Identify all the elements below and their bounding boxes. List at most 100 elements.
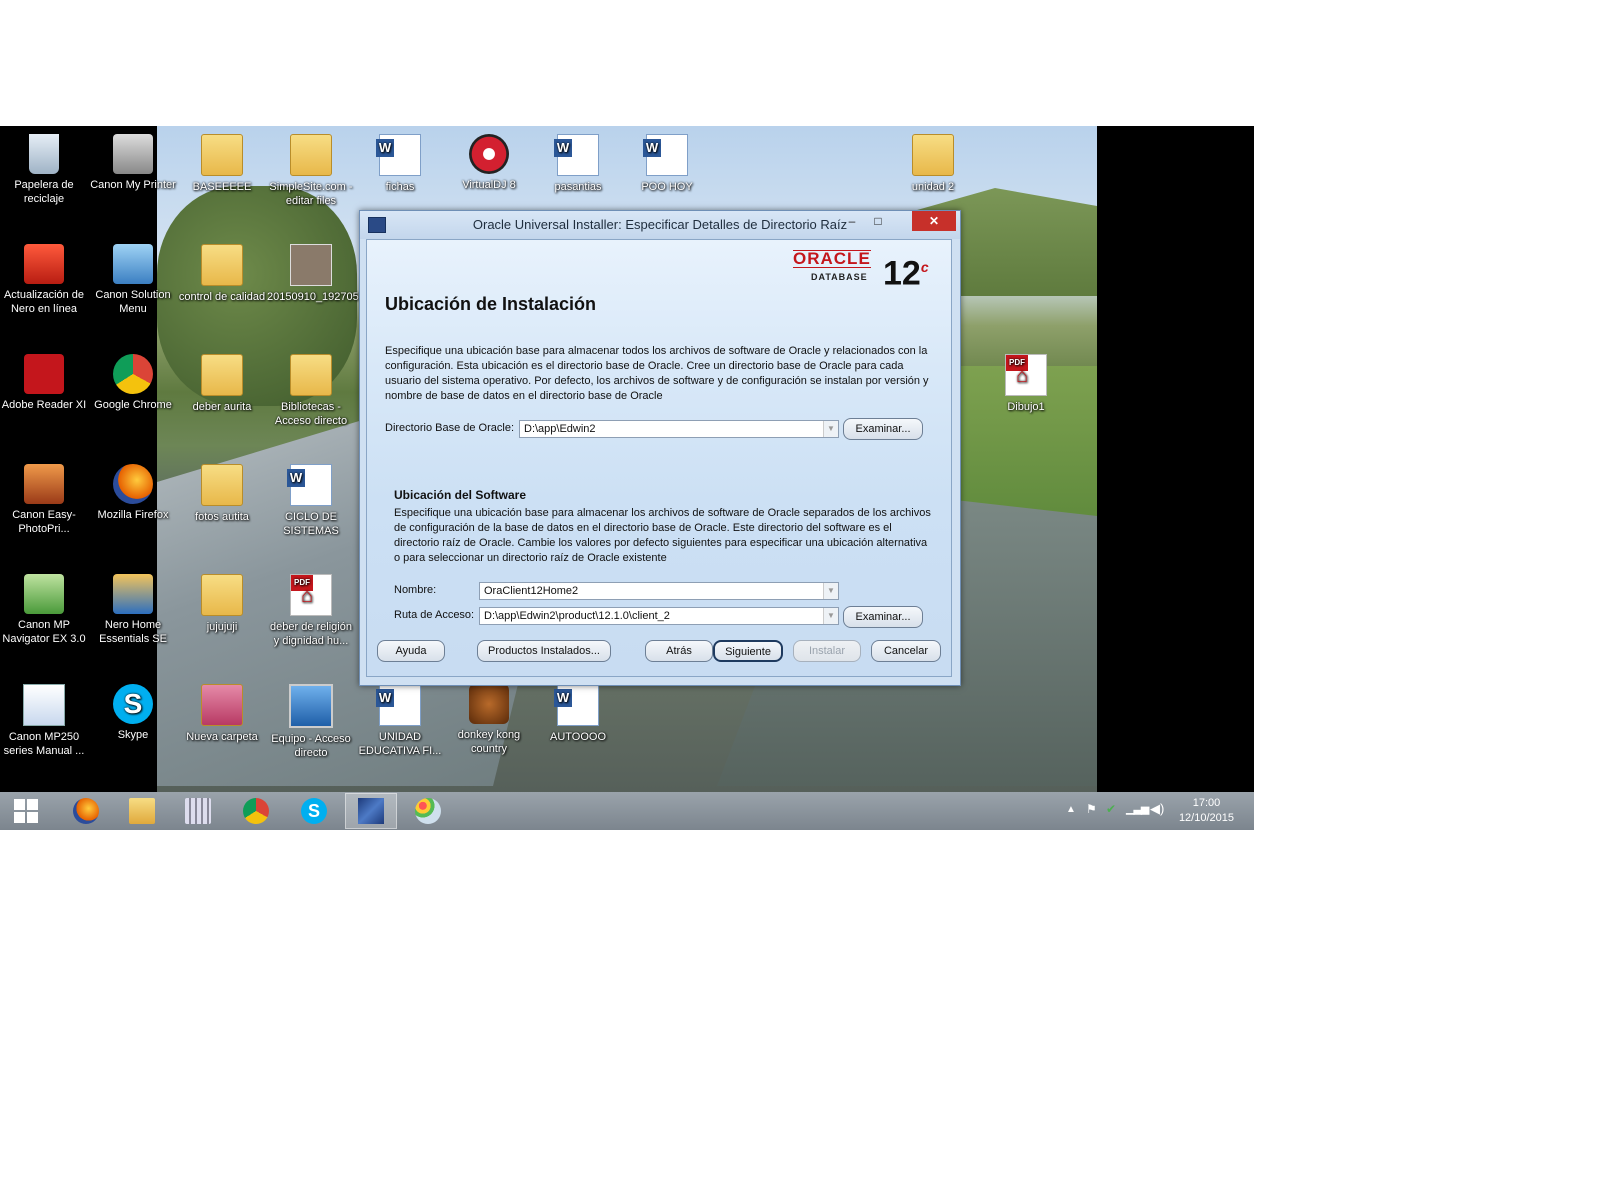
back-button[interactable]: Atrás: [645, 640, 713, 662]
taskbar-paint[interactable]: [402, 793, 454, 829]
desktop-icon-autoooo[interactable]: AUTOOOO: [534, 680, 622, 744]
desktop-icon-equipo[interactable]: Equipo - Acceso directo: [267, 680, 355, 760]
desktop-icon-label: control de calidad: [178, 291, 266, 303]
desktop-icon-virtualdj[interactable]: VirtualDJ 8: [445, 130, 533, 192]
folder-icon: [201, 574, 243, 616]
dialog-titlebar[interactable]: Oracle Universal Installer: Especificar …: [360, 211, 960, 239]
desktop-icon-canon-mp-navigator[interactable]: Canon MP Navigator EX 3.0: [0, 570, 88, 646]
action-center-flag-icon[interactable]: ⚑: [1086, 802, 1097, 816]
taskbar-keyboard-app[interactable]: [172, 793, 224, 829]
oracle-base-value: D:\app\Edwin2: [524, 423, 596, 435]
browse-path-button[interactable]: Examinar...: [843, 606, 923, 628]
security-shield-icon[interactable]: ✔: [1106, 802, 1116, 816]
close-icon: ✕: [928, 214, 940, 228]
oracle-version: 12c: [883, 248, 929, 292]
desktop-icon-label: deber aurita: [192, 401, 252, 413]
desktop-icon-control-de-calidad[interactable]: control de calidad: [178, 240, 266, 304]
desktop-icon-label: Adobe Reader XI: [1, 399, 87, 411]
desktop-icon-fotos-autita[interactable]: fotos autita: [178, 460, 266, 524]
desktop-icon-google-chrome[interactable]: Google Chrome: [89, 350, 177, 412]
chevron-down-icon[interactable]: ▼: [823, 421, 838, 437]
keyboard-app-icon: [185, 798, 211, 824]
taskbar-chrome[interactable]: [230, 793, 282, 829]
word-document-icon: [554, 684, 599, 726]
desktop-icon-baseeeee[interactable]: BASEEEEE: [178, 130, 266, 194]
desktop-icon-unidad-educativa[interactable]: UNIDAD EDUCATIVA FI...: [356, 680, 444, 758]
installed-products-button[interactable]: Productos Instalados...: [477, 640, 611, 662]
desktop-icon-jujujuji[interactable]: jujujuji: [178, 570, 266, 634]
desktop-icon-canon-my-printer[interactable]: Canon My Printer: [89, 130, 177, 192]
recycle-bin-icon: [29, 134, 59, 174]
desktop-icon-recycle-bin[interactable]: Papelera de reciclaje: [0, 130, 88, 206]
browse-base-button[interactable]: Examinar...: [843, 418, 923, 440]
desktop-icon-nero-update[interactable]: Actualización de Nero en línea: [0, 240, 88, 316]
mp-navigator-icon: [24, 574, 64, 614]
oracle-installer-dialog: Oracle Universal Installer: Especificar …: [359, 210, 961, 686]
oracle-home-name-combobox[interactable]: OraClient12Home2 ▼: [479, 582, 839, 600]
desktop-icon-simplesite[interactable]: SimpleSite.com - editar files: [267, 130, 355, 208]
desktop-icon-poo-hoy[interactable]: POO HOY: [623, 130, 711, 194]
pdf-file-icon: [1005, 354, 1047, 396]
taskbar-firefox[interactable]: [60, 793, 112, 829]
taskbar-file-explorer[interactable]: [116, 793, 168, 829]
word-document-icon: [643, 134, 688, 176]
oracle-brand: ORACLE: [793, 249, 871, 268]
oracle-home-path-combobox[interactable]: D:\app\Edwin2\product\12.1.0\client_2 ▼: [479, 607, 839, 625]
skype-icon: S: [301, 798, 327, 824]
desktop-black-right: [1097, 126, 1254, 792]
page-heading: Ubicación de Instalación: [385, 294, 597, 314]
desktop-icon-label: Dibujo1: [1007, 401, 1045, 413]
desktop-icon-nueva-carpeta[interactable]: Nueva carpeta: [178, 680, 266, 744]
desktop-icon-canon-mp250-manual[interactable]: Canon MP250 series Manual ...: [0, 680, 88, 758]
oracle-base-combobox[interactable]: D:\app\Edwin2 ▼: [519, 420, 839, 438]
desktop-icon-deber-aurita[interactable]: deber aurita: [178, 350, 266, 414]
close-button[interactable]: ✕: [912, 211, 956, 231]
chevron-down-icon[interactable]: ▼: [823, 608, 838, 624]
desktop-icon-skype[interactable]: S Skype: [89, 680, 177, 742]
desktop-icon-nero-home[interactable]: Nero Home Essentials SE: [89, 570, 177, 646]
desktop-icon-label: Canon Solution Menu: [95, 289, 171, 315]
desktop-icon-mozilla-firefox[interactable]: Mozilla Firefox: [89, 460, 177, 522]
oracle-home-name-value: OraClient12Home2: [484, 585, 579, 597]
next-button[interactable]: Siguiente: [713, 640, 783, 662]
install-button[interactable]: Instalar: [793, 640, 861, 662]
desktop-icon-label: Nueva carpeta: [186, 731, 258, 743]
desktop-icon-fichas[interactable]: fichas: [356, 130, 444, 194]
desktop-icon-bibliotecas[interactable]: Bibliotecas - Acceso directo: [267, 350, 355, 428]
chevron-down-icon[interactable]: ▼: [823, 583, 838, 599]
taskbar-start-button[interactable]: [0, 793, 52, 829]
cancel-button[interactable]: Cancelar: [871, 640, 941, 662]
desktop-icon-label: Canon MP Navigator EX 3.0: [2, 619, 86, 645]
network-signal-icon[interactable]: ▁▃▅: [1126, 802, 1149, 815]
intro-text: Especifique una ubicación base para alma…: [385, 345, 929, 402]
paint-icon: [415, 798, 441, 824]
taskbar-clock[interactable]: 17:00 12/10/2015: [1179, 796, 1234, 826]
desktop-icon-ciclo-de-sistemas[interactable]: CICLO DE SISTEMAS: [267, 460, 355, 538]
volume-icon[interactable]: ◀): [1150, 801, 1164, 817]
desktop-icon-label: Google Chrome: [94, 399, 172, 411]
pdf-file-icon: [290, 574, 332, 616]
desktop-icon-canon-easy-photoprint[interactable]: Canon Easy-PhotoPri...: [0, 460, 88, 536]
help-button[interactable]: Ayuda: [377, 640, 445, 662]
desktop-icon-label: unidad 2: [911, 181, 955, 193]
desktop-icon-donkey-kong[interactable]: donkey kong country: [445, 680, 533, 756]
desktop-icon-adobe-reader[interactable]: Adobe Reader XI: [0, 350, 88, 412]
desktop-icon-unidad-2[interactable]: unidad 2: [889, 130, 977, 194]
desktop-icon-photo-20150910[interactable]: 20150910_192705: [267, 240, 359, 304]
taskbar-skype[interactable]: S: [288, 793, 340, 829]
oracle-product: DATABASE: [811, 272, 868, 282]
maximize-button[interactable]: □: [866, 211, 890, 231]
show-hidden-icons-icon[interactable]: ▲: [1066, 804, 1076, 815]
desktop-icon-label: CICLO DE SISTEMAS: [283, 511, 339, 537]
oracle-database-logo: ORACLE DATABASE 12c: [793, 248, 933, 292]
desktop-icon-label: fichas: [385, 181, 415, 193]
folder-icon: [201, 464, 243, 506]
taskbar-oracle-installer[interactable]: [345, 793, 397, 829]
word-document-icon: [287, 464, 332, 506]
desktop-icon-deber-religion[interactable]: deber de religión y dignidad hu...: [267, 570, 355, 648]
desktop-icon-canon-solution-menu[interactable]: Canon Solution Menu: [89, 240, 177, 316]
minimize-button[interactable]: –: [840, 211, 864, 231]
clock-date: 12/10/2015: [1178, 812, 1234, 824]
desktop-icon-dibujo1[interactable]: Dibujo1: [982, 350, 1070, 414]
desktop-icon-pasantias[interactable]: pasantias: [534, 130, 622, 194]
